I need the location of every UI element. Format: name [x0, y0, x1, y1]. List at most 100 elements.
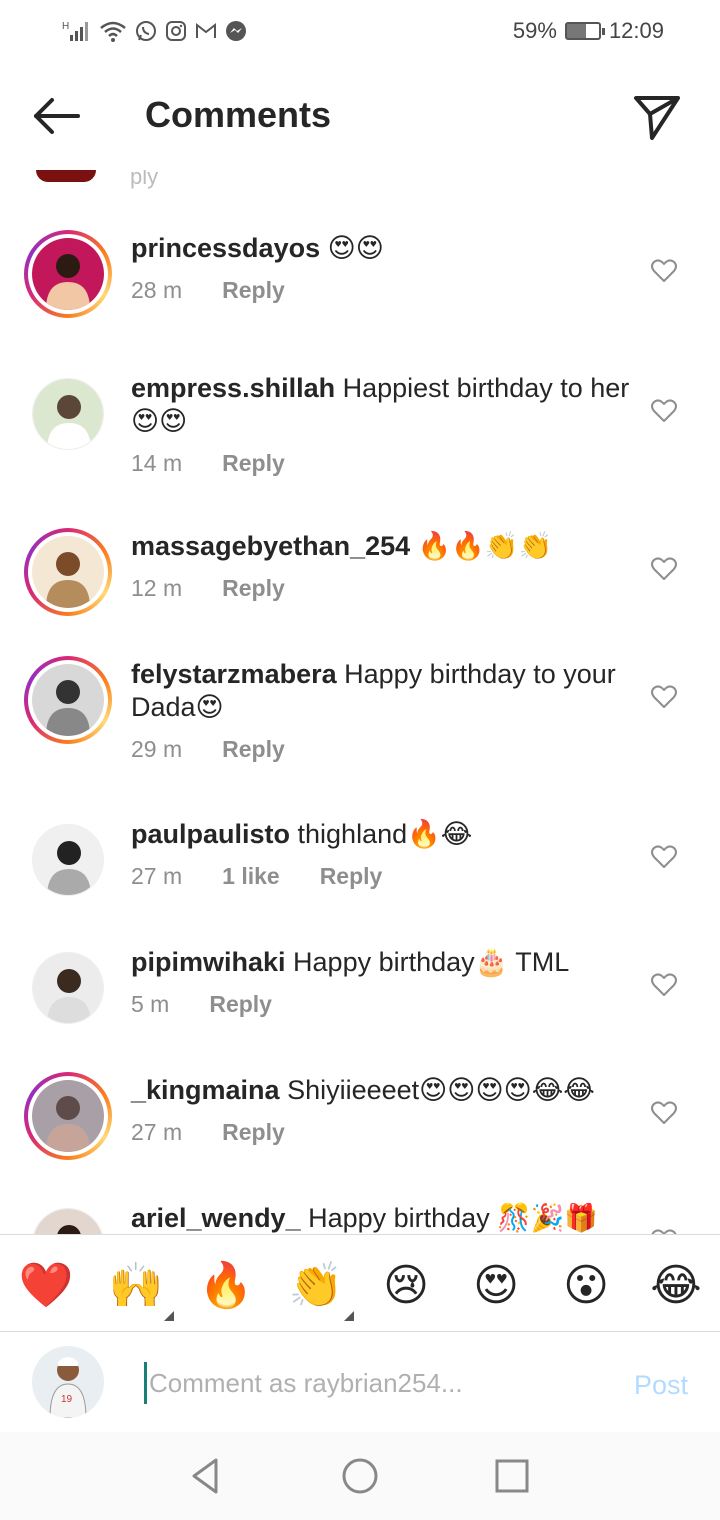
network-type-label: H [62, 21, 69, 32]
reply-button[interactable]: Reply [222, 575, 285, 602]
raising-hands-icon[interactable]: 🙌 [106, 1255, 174, 1321]
like-heart-icon[interactable] [650, 556, 678, 582]
comment-message: Shiyiieeeet😍😍😍😍😂😂 [279, 1075, 595, 1105]
reply-button[interactable]: Reply [222, 450, 285, 477]
status-bar: H 59% 12:09 [0, 0, 720, 62]
comment-body: princessdayos 😍😍 28 m Reply [131, 232, 631, 304]
commenter-avatar[interactable] [24, 1072, 112, 1160]
page-title: Comments [145, 94, 332, 135]
clapping-hands-icon[interactable]: 👏 [286, 1255, 354, 1321]
comment-row: paulpaulisto thighland🔥😂 27 m 1 like Reply [0, 806, 720, 936]
comments-list[interactable]: ply princessdayos 😍😍 28 m Reply empress.sh… [0, 170, 720, 1234]
comment-text: ariel_wendy_ Happy birthday 🎊🎉🎁 [131, 1202, 631, 1234]
comment-meta: 29 m Reply [131, 736, 631, 763]
reply-button[interactable]: Reply [320, 863, 383, 890]
comment-timestamp: 14 m [131, 450, 183, 476]
comment-body: felystarzmabera Happy birthday to your D… [131, 658, 631, 763]
comment-meta: 14 m Reply [131, 450, 631, 477]
comment-text: felystarzmabera Happy birthday to your D… [131, 658, 631, 724]
like-heart-icon[interactable] [650, 398, 678, 424]
comment-timestamp: 28 m [131, 277, 183, 303]
comment-meta: 5 m Reply [131, 991, 631, 1018]
comment-like-count[interactable]: 1 like [222, 863, 280, 890]
comment-row: pipimwihaki Happy birthday🎂 TML 5 m Reply [0, 934, 720, 1064]
tears-of-joy-icon[interactable]: 😂 [646, 1255, 706, 1315]
comment-row: ariel_wendy_ Happy birthday 🎊🎉🎁 [0, 1190, 720, 1234]
my-avatar: 19 [32, 1346, 104, 1418]
commenter-avatar[interactable] [24, 528, 112, 616]
comment-username[interactable]: _kingmaina [131, 1075, 280, 1105]
comment-row: felystarzmabera Happy birthday to your D… [0, 646, 720, 776]
comment-message: Happy birthday🎂 TML [285, 947, 570, 977]
post-button[interactable]: Post [634, 1370, 688, 1401]
red-heart-icon[interactable]: ❤️ [16, 1255, 76, 1315]
gmail-icon [196, 22, 216, 38]
direct-message-icon[interactable] [632, 90, 684, 142]
comment-username[interactable]: princessdayos [131, 233, 320, 263]
like-heart-icon[interactable] [650, 258, 678, 284]
like-heart-icon[interactable] [650, 684, 678, 710]
surprised-face-icon[interactable]: 😮 [556, 1255, 616, 1315]
back-arrow-icon[interactable] [28, 90, 84, 142]
emoji-glyph: ❤️ [18, 1260, 74, 1311]
battery-icon [564, 22, 605, 40]
like-heart-icon[interactable] [650, 1100, 678, 1126]
comment-username[interactable]: ariel_wendy_ [131, 1203, 301, 1233]
like-heart-icon[interactable] [650, 972, 678, 998]
emoji-glyph: 🔥 [198, 1260, 254, 1311]
emoji-glyph: 👏 [288, 1260, 344, 1311]
comment-username[interactable]: massagebyethan_254 [131, 531, 410, 561]
commenter-avatar[interactable] [32, 824, 104, 896]
comment-username[interactable]: pipimwihaki [131, 947, 286, 977]
status-icons-left: H [62, 16, 248, 46]
fire-icon[interactable]: 🔥 [196, 1255, 256, 1315]
nav-back-icon[interactable] [186, 1456, 226, 1496]
messenger-icon [226, 21, 246, 41]
wifi-icon [100, 21, 126, 42]
comment-username[interactable]: paulpaulisto [131, 819, 290, 849]
commenter-avatar[interactable] [24, 656, 112, 744]
comment-meta: 27 m Reply [131, 1119, 631, 1146]
reply-button[interactable]: Reply [222, 736, 285, 763]
comment-row: empress.shillah Happiest birthday to her… [0, 360, 720, 490]
emoji-glyph: 🙌 [108, 1260, 164, 1311]
comment-body: _kingmaina Shiyiieeeet😍😍😍😍😂😂 27 m Reply [131, 1074, 631, 1146]
emoji-reaction-bar: ❤️ 🙌 🔥 👏 😢 😍 😮 😂 [0, 1234, 720, 1332]
comment-timestamp: 27 m [131, 1119, 183, 1145]
system-nav-bar [0, 1432, 720, 1520]
reply-button[interactable]: Reply [222, 277, 285, 304]
svg-text:19: 19 [61, 1394, 73, 1405]
comment-composer: 19 Post [0, 1332, 720, 1432]
nav-recents-icon[interactable] [492, 1456, 532, 1496]
comment-input[interactable] [144, 1362, 604, 1404]
comment-text: pipimwihaki Happy birthday🎂 TML [131, 946, 631, 979]
instagram-icon [166, 21, 186, 41]
comment-body: paulpaulisto thighland🔥😂 27 m 1 like Reply [131, 818, 631, 890]
comment-text: massagebyethan_254 🔥🔥👏👏 [131, 530, 631, 563]
comment-meta: 27 m 1 like Reply [131, 863, 631, 890]
header: Comments [0, 62, 720, 170]
reply-button[interactable]: Reply [209, 991, 272, 1018]
nav-home-icon[interactable] [340, 1456, 380, 1496]
comment-row: massagebyethan_254 🔥🔥👏👏 12 m Reply [0, 518, 720, 648]
commenter-avatar[interactable] [24, 230, 112, 318]
commenter-avatar[interactable] [32, 1208, 104, 1234]
emoji-glyph: 😂 [650, 1259, 702, 1311]
whatsapp-icon [136, 21, 156, 41]
emoji-glyph: 😮 [563, 1259, 609, 1311]
crying-face-icon[interactable]: 😢 [376, 1255, 436, 1315]
comment-message: thighland🔥😂 [290, 819, 473, 849]
commenter-avatar[interactable] [32, 378, 104, 450]
emoji-glyph: 😢 [383, 1259, 429, 1311]
reply-button[interactable]: Reply [222, 1119, 285, 1146]
comment-text: _kingmaina Shiyiieeeet😍😍😍😍😂😂 [131, 1074, 631, 1107]
comment-body: empress.shillah Happiest birthday to her… [131, 372, 631, 477]
comment-row: princessdayos 😍😍 28 m Reply [0, 220, 720, 350]
comment-username[interactable]: felystarzmabera [131, 659, 337, 689]
comment-timestamp: 29 m [131, 736, 183, 762]
heart-eyes-icon[interactable]: 😍 [466, 1255, 526, 1315]
comment-username[interactable]: empress.shillah [131, 373, 335, 403]
battery-percent: 59% [512, 18, 557, 43]
commenter-avatar[interactable] [32, 952, 104, 1024]
like-heart-icon[interactable] [650, 844, 678, 870]
